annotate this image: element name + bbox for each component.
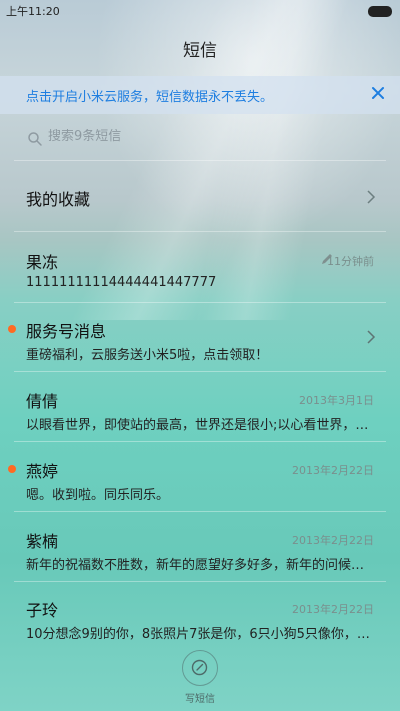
message-preview: 重磅福利，云服务送小米5啦，点击领取！ bbox=[26, 348, 269, 363]
contact-name: 服务号消息 bbox=[26, 322, 107, 341]
divider bbox=[14, 302, 386, 303]
search-bar[interactable] bbox=[14, 124, 386, 154]
battery-icon bbox=[368, 6, 392, 17]
divider bbox=[14, 231, 386, 232]
message-time: 2013年2月22日 bbox=[292, 534, 374, 547]
search-input[interactable] bbox=[48, 129, 348, 144]
banner-text[interactable]: 点击开启小米云服务，短信数据永不丢失。 bbox=[26, 86, 273, 105]
unread-dot bbox=[8, 325, 16, 333]
conversation-item[interactable]: 紫楠 2013年2月22日 新年的祝福数不胜数，新年的愿望好多好多，新年的问候… bbox=[0, 528, 400, 592]
message-preview: 新年的祝福数不胜数，新年的愿望好多好多，新年的问候… bbox=[26, 558, 365, 573]
divider bbox=[14, 160, 386, 161]
message-preview: 11111111114444441447777 bbox=[26, 275, 217, 290]
conversation-item[interactable]: 服务号消息 重磅福利，云服务送小米5啦，点击领取！ bbox=[0, 318, 400, 382]
contact-name: 紫楠 bbox=[26, 532, 59, 551]
cloud-service-banner[interactable]: 点击开启小米云服务，短信数据永不丢失。 bbox=[0, 76, 400, 114]
status-time: 上午11:20 bbox=[6, 5, 60, 18]
divider bbox=[14, 581, 386, 582]
compose-label: 写短信 bbox=[185, 694, 215, 705]
divider bbox=[14, 371, 386, 372]
contact-name: 果冻 bbox=[26, 253, 59, 272]
conversation-item[interactable]: 果冻 11分钟前 11111111114444441447777 bbox=[0, 249, 400, 313]
divider bbox=[14, 441, 386, 442]
search-icon bbox=[28, 132, 42, 146]
message-preview: 嗯。收到啦。同乐同乐。 bbox=[26, 488, 170, 503]
conversation-item[interactable]: 倩倩 2013年3月1日 以眼看世界，即使站的最高，世界还是很小;以心看世界，… bbox=[0, 388, 400, 452]
message-preview: 以眼看世界，即使站的最高，世界还是很小;以心看世界，… bbox=[26, 418, 369, 433]
page-title: 短信 bbox=[183, 41, 217, 61]
compose-icon bbox=[191, 659, 208, 676]
contact-name: 倩倩 bbox=[26, 392, 59, 411]
divider bbox=[14, 511, 386, 512]
message-time: 2013年2月22日 bbox=[292, 603, 374, 616]
contact-name: 燕婷 bbox=[26, 462, 59, 481]
favorites-item[interactable]: 我的收藏 bbox=[0, 180, 400, 214]
message-time: 2013年3月1日 bbox=[299, 394, 374, 407]
chevron-right-icon bbox=[367, 330, 376, 344]
close-icon[interactable] bbox=[370, 85, 386, 101]
chevron-right-icon bbox=[367, 190, 376, 204]
favorites-label: 我的收藏 bbox=[26, 190, 91, 209]
message-time: 2013年2月22日 bbox=[292, 464, 374, 477]
unread-dot bbox=[8, 465, 16, 473]
status-bar: 上午11:20 bbox=[0, 0, 400, 22]
message-preview: 10分想念9别的你，8张照片7张是你，6只小狗5只像你，4… bbox=[26, 627, 376, 642]
conversation-item[interactable]: 燕婷 2013年2月22日 嗯。收到啦。同乐同乐。 bbox=[0, 458, 400, 522]
contact-name: 子玲 bbox=[26, 601, 59, 620]
message-time: 11分钟前 bbox=[327, 255, 374, 268]
